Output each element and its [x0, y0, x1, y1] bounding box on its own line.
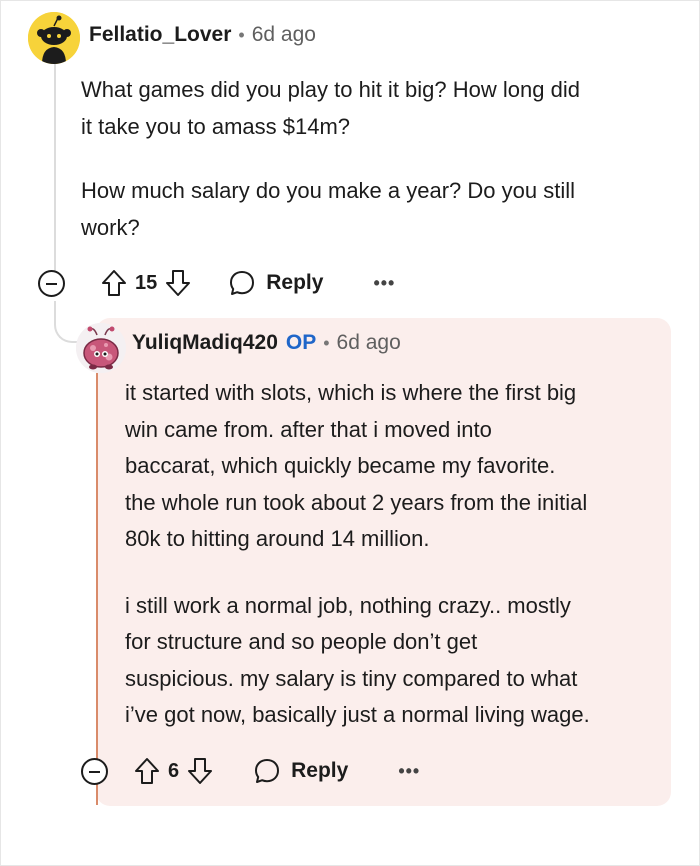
- snoo-avatar-icon: [28, 12, 80, 64]
- collapse-thread-button[interactable]: [81, 757, 108, 785]
- reply-meta: YuliqMadiq420 OP • 6d ago: [132, 331, 401, 355]
- reply-label: Reply: [266, 271, 324, 294]
- downvote-icon[interactable]: [165, 269, 191, 297]
- reply-button[interactable]: Reply: [253, 757, 348, 785]
- meta-separator: •: [238, 24, 245, 45]
- reply-action-bar: 6 Reply •••: [81, 752, 420, 790]
- body-line: How much salary do you make a year? Do y…: [81, 178, 575, 203]
- comment-thread: Fellatio_Lover • 6d ago What games did y…: [0, 0, 700, 866]
- avatar[interactable]: [76, 323, 126, 373]
- comment-time[interactable]: 6d ago: [252, 23, 316, 47]
- body-line: i’ve got now, basically just a normal li…: [125, 702, 590, 727]
- creature-avatar-icon: [76, 323, 126, 373]
- vote-count: 15: [135, 271, 158, 294]
- upvote-icon[interactable]: [134, 757, 160, 785]
- vote-count: 6: [168, 759, 180, 782]
- downvote-icon[interactable]: [187, 757, 213, 785]
- more-options-button[interactable]: •••: [373, 273, 395, 294]
- comment-author[interactable]: Fellatio_Lover: [89, 23, 231, 47]
- body-line: it take you to amass $14m?: [81, 114, 351, 139]
- reply-label: Reply: [291, 759, 349, 782]
- reply-button[interactable]: Reply: [228, 269, 323, 297]
- body-line: for structure and so people don’t get: [125, 629, 478, 654]
- body-line: What games did you play to hit it big? H…: [81, 77, 580, 102]
- body-line: i still work a normal job, nothing crazy…: [125, 592, 571, 618]
- avatar[interactable]: [28, 12, 80, 64]
- comment-action-bar: 15 Reply •••: [38, 264, 395, 302]
- body-line: it started with slots, which is where th…: [125, 380, 577, 405]
- body-line: the whole run took about 2 years from th…: [125, 489, 588, 515]
- body-line: baccarat, which quickly became my favori…: [125, 453, 556, 478]
- more-options-button[interactable]: •••: [398, 761, 420, 782]
- comment-meta: Fellatio_Lover • 6d ago: [89, 23, 316, 47]
- reply-time[interactable]: 6d ago: [337, 331, 401, 355]
- op-badge: OP: [285, 331, 317, 354]
- comment-body: What games did you play to hit it big? H…: [81, 71, 580, 246]
- collapse-thread-button[interactable]: [38, 269, 65, 297]
- chat-bubble-icon: [255, 759, 280, 783]
- reply-thread-line[interactable]: [96, 373, 98, 805]
- chat-bubble-icon: [230, 271, 255, 295]
- body-line: suspicious. my salary is tiny compared t…: [125, 665, 578, 691]
- body-line: win came from. after that i moved into: [125, 416, 492, 442]
- body-line: 80k to hitting around 14 million.: [125, 526, 430, 551]
- meta-separator: •: [323, 332, 330, 353]
- reply-author[interactable]: YuliqMadiq420: [132, 331, 278, 355]
- upvote-icon[interactable]: [101, 269, 127, 297]
- body-line: work?: [81, 215, 140, 240]
- reply-body: it started with slots, which is where th…: [125, 375, 590, 734]
- thread-line[interactable]: [54, 61, 56, 271]
